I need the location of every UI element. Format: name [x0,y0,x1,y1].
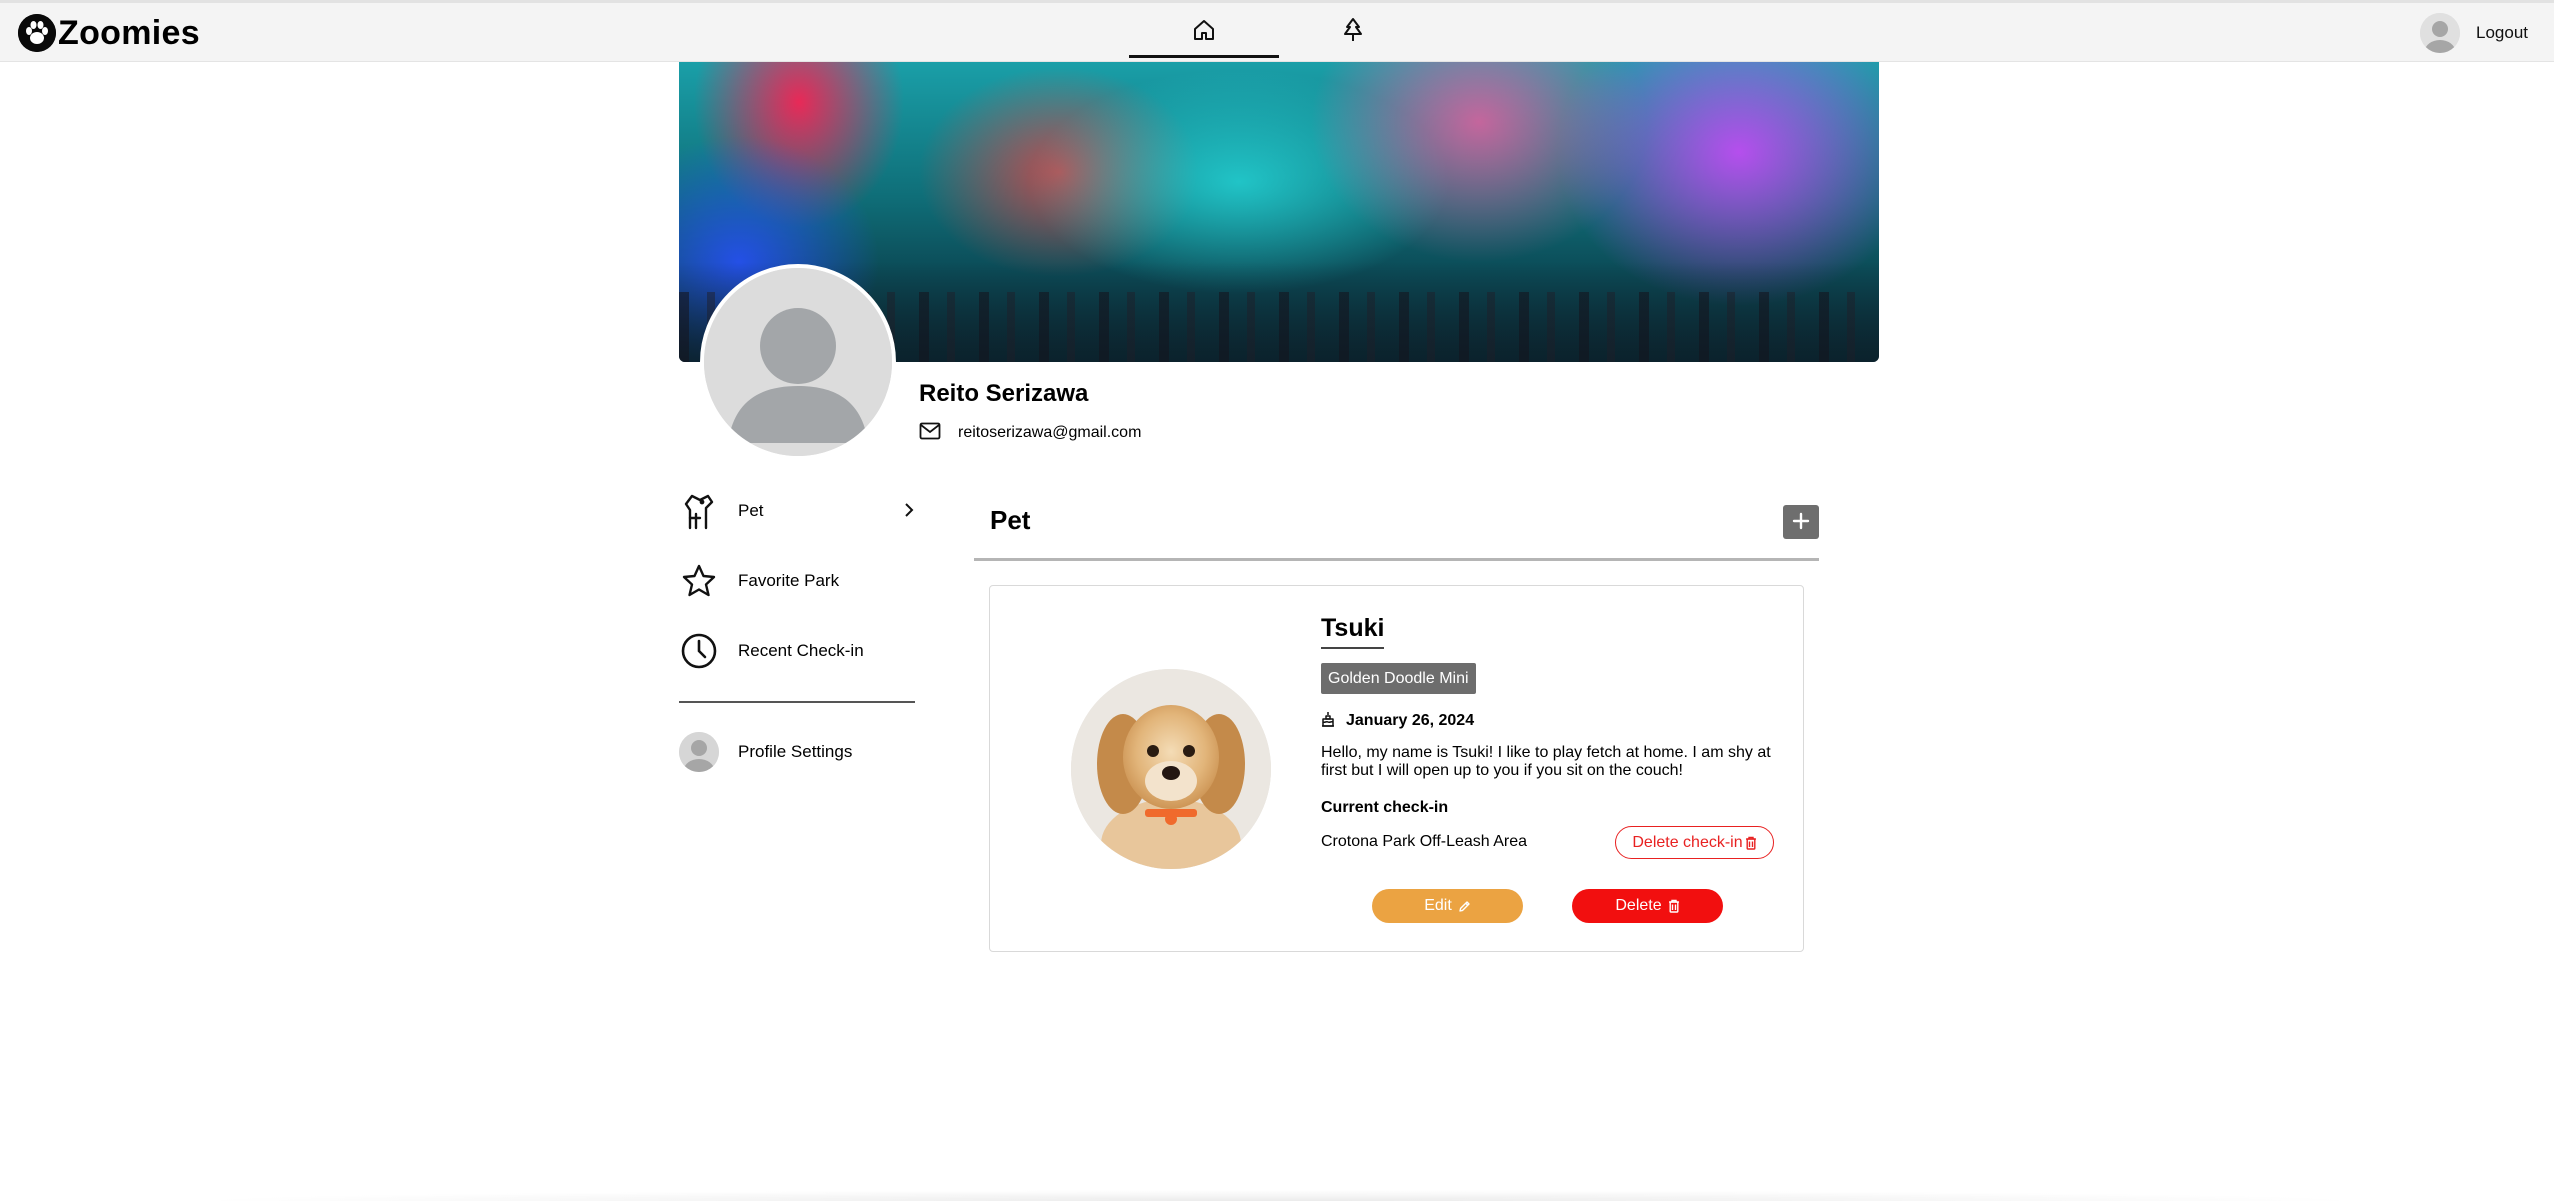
profile-email: reitoserizawa@gmail.com [958,424,1142,441]
sidebar-item-favorite-park[interactable]: Favorite Park [679,556,915,606]
trash-icon [1745,836,1757,850]
profile-email-row: reitoserizawa@gmail.com [919,421,1141,445]
pet-breed-badge: Golden Doodle Mini [1321,663,1476,694]
pet-birthday: January 26, 2024 [1346,712,1475,729]
sidebar-divider [679,701,915,703]
star-icon [679,561,719,601]
pet-birthday-row: January 26, 2024 [1321,710,1474,732]
pet-card: Tsuki Golden Doodle Mini January 26, 202… [989,585,1804,952]
add-pet-button[interactable] [1783,505,1819,539]
sidebar-item-recent-checkin[interactable]: Recent Check-in [679,626,915,676]
page-bottom-shadow [180,1190,2380,1201]
edit-pet-button[interactable]: Edit [1372,889,1523,923]
sidebar-item-label: Profile Settings [738,742,853,761]
pet-photo[interactable] [1071,669,1271,869]
trash-icon [1668,899,1680,913]
delete-checkin-button[interactable]: Delete check-in [1615,826,1774,859]
cake-icon [1321,711,1335,732]
sidebar-item-label: Pet [738,501,764,520]
edit-label: Edit [1424,897,1452,914]
profile-avatar[interactable] [700,264,896,460]
section-divider [974,558,1819,561]
current-checkin-park: Crotona Park Off-Leash Area [1321,833,1528,850]
home-icon [1192,18,1216,47]
delete-checkin-label: Delete check-in [1632,833,1743,851]
pet-name: Tsuki [1321,614,1385,649]
settings-avatar [679,732,719,772]
profile-name: Reito Serizawa [919,380,1089,407]
plus-icon [1792,512,1810,533]
clock-icon [679,631,719,671]
tree-icon [1341,17,1365,48]
delete-label: Delete [1615,897,1662,914]
paw-icon [18,14,56,52]
chevron-right-icon [903,500,915,525]
avatar-icon [679,732,719,772]
sidebar-item-label: Recent Check-in [738,641,864,660]
brand-logo[interactable]: Zoomies [18,13,200,53]
section-title: Pet [990,505,1031,535]
avatar-icon[interactable] [2420,13,2460,53]
pet-bio: Hello, my name is Tsuki! I like to play … [1321,744,1771,779]
sidebar-item-label: Favorite Park [738,571,840,590]
logout-link[interactable]: Logout [2476,23,2528,43]
sidebar-item-profile-settings[interactable]: Profile Settings [679,727,915,777]
nav-tab-home[interactable] [1129,3,1279,61]
current-checkin-label: Current check-in [1321,799,1449,816]
pencil-icon [1458,900,1471,913]
user-menu: Logout [2420,13,2528,53]
dog-icon [679,491,719,531]
active-tab-indicator [1129,55,1279,58]
delete-pet-button[interactable]: Delete [1572,889,1723,923]
nav-tab-parks[interactable] [1278,3,1428,61]
top-nav: Zoomies Logout [0,0,2554,62]
sidebar-item-pet[interactable]: Pet [679,486,915,536]
mail-icon [919,422,941,445]
brand-name: Zoomies [58,13,200,52]
